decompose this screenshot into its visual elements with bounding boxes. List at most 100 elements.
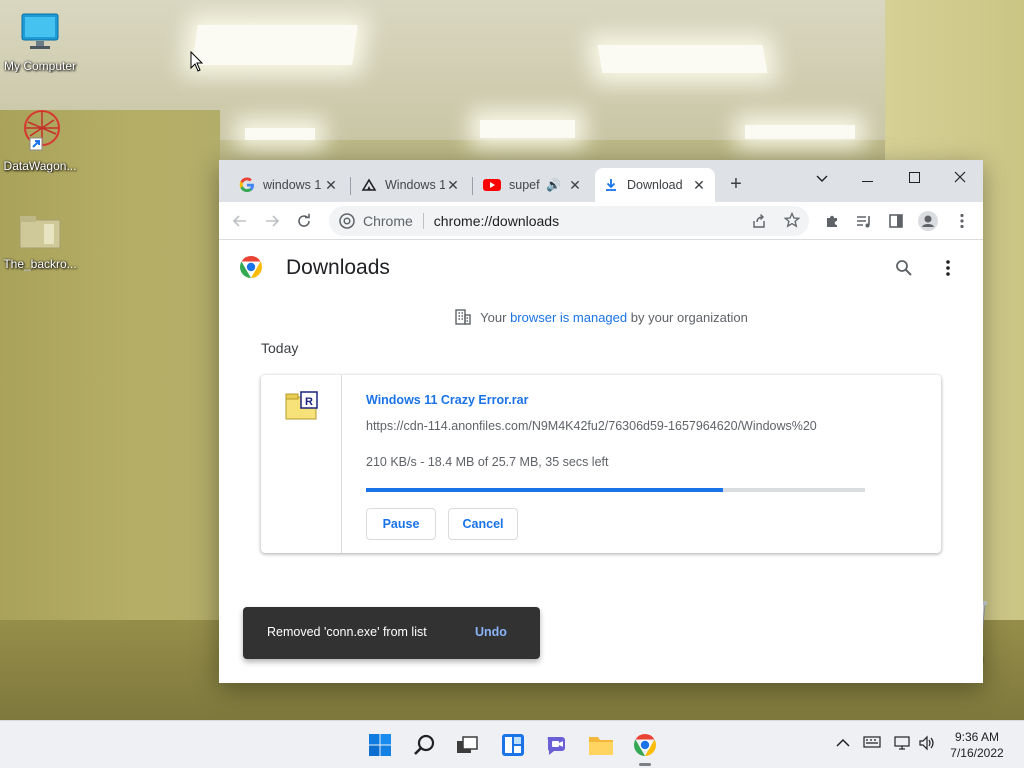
omnibox-url[interactable]: chrome://downloads <box>434 213 559 229</box>
media-controls-button[interactable] <box>851 208 877 234</box>
search-icon <box>414 734 435 755</box>
more-options-icon[interactable] <box>945 259 951 277</box>
puzzle-icon <box>827 215 837 227</box>
start-button[interactable] <box>363 728 397 762</box>
network-icon <box>894 736 910 750</box>
bookmark-star-icon[interactable] <box>783 211 801 231</box>
tab-title: windows 1 <box>263 178 322 192</box>
tab-title: supef <box>509 178 540 192</box>
tab-search-button[interactable] <box>799 164 845 192</box>
reload-icon <box>298 213 310 227</box>
keyboard-tray-button[interactable] <box>863 735 881 751</box>
managed-link[interactable]: browser is managed <box>510 310 627 325</box>
folder-icon <box>589 737 613 755</box>
search-taskbar-button[interactable] <box>408 728 442 762</box>
desktop-icon-datawagon[interactable]: DataWagon... <box>0 106 80 173</box>
ceiling-light <box>597 45 768 73</box>
desktop-icon-label: My Computer <box>3 59 77 73</box>
music-queue-icon <box>857 216 870 228</box>
omnibox-chip: Chrome <box>363 213 413 229</box>
system-clock[interactable]: 9:36 AM 7/16/2022 <box>944 729 1010 761</box>
download-item-card: R Windows 11 Crazy Error.rar https://cdn… <box>261 375 941 553</box>
task-view-icon <box>457 736 478 753</box>
share-icon[interactable] <box>751 213 767 232</box>
ceiling-light <box>745 125 855 139</box>
tab-downloads[interactable]: Download ✕ <box>595 168 715 202</box>
desktop-icon-label: The_backro... <box>3 257 77 271</box>
monitor-icon <box>21 13 59 49</box>
chevron-down-icon <box>816 175 828 182</box>
reload-button[interactable] <box>291 208 317 234</box>
menu-button[interactable] <box>949 208 975 234</box>
download-item-icon-area: R <box>261 375 342 553</box>
volume-tray-button[interactable] <box>918 735 936 754</box>
ceiling-light <box>480 120 575 138</box>
tab-windows-site[interactable]: Windows 1 ✕ <box>353 168 469 202</box>
back-button[interactable] <box>227 208 253 234</box>
close-icon[interactable]: ✕ <box>691 177 707 194</box>
undo-button[interactable]: Undo <box>475 625 507 639</box>
forward-button[interactable] <box>259 208 285 234</box>
show-hidden-icons-button[interactable] <box>836 735 850 751</box>
page-title: Downloads <box>286 256 390 279</box>
close-icon[interactable]: ✕ <box>445 177 461 194</box>
cancel-button[interactable]: Cancel <box>448 508 518 540</box>
chrome-taskbar-button[interactable] <box>628 728 662 766</box>
minimize-button[interactable] <box>845 164 891 192</box>
chrome-window: windows 1 ✕ Windows 1 ✕ supef 🔊 ✕ Downlo… <box>219 160 983 683</box>
ceiling-light <box>245 128 315 140</box>
tab-windows-search[interactable]: windows 1 ✕ <box>231 168 347 202</box>
close-icon[interactable]: ✕ <box>567 177 583 194</box>
extensions-button[interactable] <box>819 208 845 234</box>
google-icon <box>239 177 254 192</box>
toast-message: Removed 'conn.exe' from list <box>267 625 427 639</box>
arrow-left-icon <box>232 215 246 227</box>
toast-notification: Removed 'conn.exe' from list Undo <box>243 607 540 659</box>
tab-title: Download <box>627 178 683 192</box>
new-tab-button[interactable]: + <box>725 174 747 196</box>
maximize-icon <box>908 172 920 183</box>
keyboard-icon <box>863 736 881 748</box>
widgets-icon <box>502 734 524 756</box>
widgets-button[interactable] <box>496 728 530 762</box>
close-window-button[interactable] <box>937 164 983 192</box>
datawagon-icon <box>24 110 60 151</box>
maximize-button[interactable] <box>891 164 937 192</box>
site-icon <box>361 178 377 191</box>
arrow-right-icon <box>266 215 280 227</box>
teams-chat-button[interactable] <box>540 728 574 762</box>
download-progress-bar <box>366 488 865 492</box>
minimize-icon <box>862 181 873 182</box>
browser-toolbar: Chrome chrome://downloads <box>219 202 983 240</box>
mouse-cursor-icon <box>190 51 204 72</box>
task-view-button[interactable] <box>450 728 484 762</box>
chrome-icon <box>339 213 355 229</box>
youtube-icon <box>483 179 501 191</box>
download-url: https://cdn-114.anonfiles.com/N9M4K42fu2… <box>366 419 817 433</box>
download-progress-fill <box>366 488 724 492</box>
side-panel-button[interactable] <box>883 208 909 234</box>
managed-prefix: Your <box>480 309 507 325</box>
speaker-icon <box>919 735 934 751</box>
tab-youtube[interactable]: supef 🔊 ✕ <box>475 168 591 202</box>
network-tray-button[interactable] <box>894 735 912 754</box>
desktop-icon-my-computer[interactable]: My Computer <box>0 10 80 73</box>
managed-suffix: by your organization <box>630 309 748 325</box>
speaker-icon[interactable]: 🔊 <box>546 178 561 192</box>
download-filename[interactable]: Windows 11 Crazy Error.rar <box>366 393 528 407</box>
side-panel-icon <box>889 214 903 228</box>
download-icon <box>606 179 616 191</box>
omnibox-separator <box>422 213 424 229</box>
desktop-icon-label: DataWagon... <box>3 159 77 173</box>
file-explorer-button[interactable] <box>584 728 618 762</box>
tab-separator <box>472 177 473 195</box>
avatar-icon <box>918 211 938 231</box>
tab-strip: windows 1 ✕ Windows 1 ✕ supef 🔊 ✕ Downlo… <box>219 160 983 202</box>
search-icon[interactable] <box>895 259 913 277</box>
close-icon[interactable]: ✕ <box>323 177 339 194</box>
profile-button[interactable] <box>915 208 941 234</box>
tab-title: Windows 1 <box>385 178 445 192</box>
desktop-icon-backrooms-folder[interactable]: The_backro... <box>0 212 80 271</box>
pause-button[interactable]: Pause <box>366 508 436 540</box>
omnibox[interactable]: Chrome chrome://downloads <box>329 206 809 236</box>
